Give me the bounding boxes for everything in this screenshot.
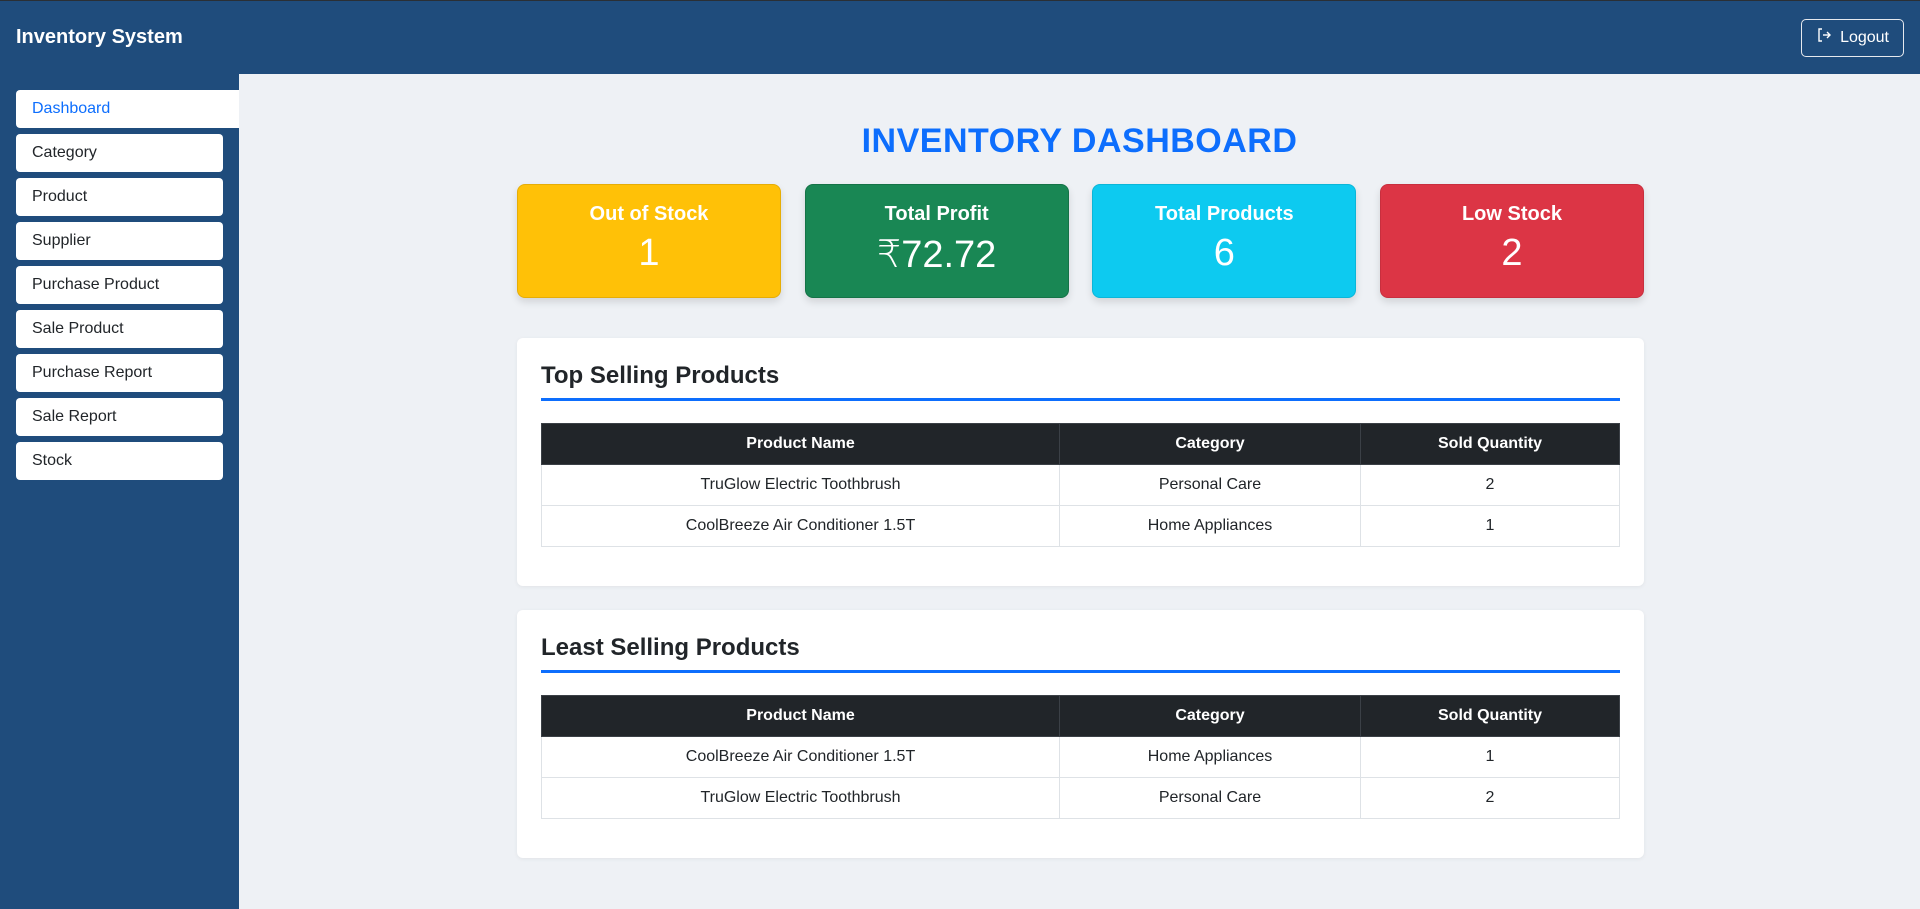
- sidebar-item-purchase-report[interactable]: Purchase Report: [16, 354, 223, 392]
- table-cell: Home Appliances: [1059, 505, 1361, 547]
- sidebar-item-sale-product[interactable]: Sale Product: [16, 310, 223, 348]
- sidebar-item-dashboard[interactable]: Dashboard: [16, 90, 239, 128]
- table-header-row: Product Name Category Sold Quantity: [541, 695, 1620, 737]
- logout-button[interactable]: Logout: [1801, 18, 1904, 57]
- top-selling-table: Product Name Category Sold Quantity TruG…: [541, 423, 1620, 547]
- section-title: Least Selling Products: [541, 634, 1620, 673]
- table-cell: CoolBreeze Air Conditioner 1.5T: [541, 736, 1060, 778]
- table-header-row: Product Name Category Sold Quantity: [541, 423, 1620, 465]
- table-cell: CoolBreeze Air Conditioner 1.5T: [541, 505, 1060, 547]
- card-label: Low Stock: [1461, 203, 1562, 225]
- brand-title[interactable]: Inventory System: [16, 26, 183, 49]
- card-value: 2: [1501, 232, 1523, 274]
- logout-icon: [1816, 27, 1832, 48]
- column-header: Sold Quantity: [1360, 695, 1620, 737]
- table-cell: TruGlow Electric Toothbrush: [541, 777, 1060, 819]
- table-row: TruGlow Electric Toothbrush Personal Car…: [541, 464, 1620, 506]
- card-label: Total Profit: [884, 203, 989, 225]
- card-label: Total Products: [1155, 203, 1294, 225]
- table-cell: 1: [1360, 736, 1620, 778]
- sidebar-item-stock[interactable]: Stock: [16, 442, 223, 480]
- column-header: Category: [1059, 695, 1361, 737]
- column-header: Product Name: [541, 423, 1060, 465]
- table-row: TruGlow Electric Toothbrush Personal Car…: [541, 777, 1620, 819]
- table-cell: Home Appliances: [1059, 736, 1361, 778]
- page-title: INVENTORY DASHBOARD: [861, 122, 1298, 160]
- table-cell: TruGlow Electric Toothbrush: [541, 464, 1060, 506]
- total-profit-card: Total Profit ₹72.72: [804, 184, 1069, 298]
- least-selling-panel: Least Selling Products Product Name Cate…: [517, 610, 1644, 858]
- summary-cards: Out of Stock 1 Total Profit ₹72.72 Total…: [517, 184, 1644, 298]
- main-content: INVENTORY DASHBOARD Out of Stock 1 Total…: [239, 74, 1920, 909]
- top-selling-panel: Top Selling Products Product Name Catego…: [517, 338, 1644, 586]
- sidebar-item-category[interactable]: Category: [16, 134, 223, 172]
- table-cell: Personal Care: [1059, 777, 1361, 819]
- total-products-card: Total Products 6: [1092, 184, 1357, 298]
- card-value: 6: [1213, 232, 1235, 274]
- column-header: Product Name: [541, 695, 1060, 737]
- card-value: ₹72.72: [877, 234, 997, 276]
- logout-label: Logout: [1840, 28, 1889, 46]
- section-title: Top Selling Products: [541, 362, 1620, 401]
- table-row: CoolBreeze Air Conditioner 1.5T Home App…: [541, 505, 1620, 547]
- out-of-stock-card: Out of Stock 1: [517, 184, 781, 298]
- column-header: Sold Quantity: [1360, 423, 1620, 465]
- least-selling-table: Product Name Category Sold Quantity Cool…: [541, 695, 1620, 819]
- sidebar-item-purchase-product[interactable]: Purchase Product: [16, 266, 223, 304]
- sidebar: Dashboard Category Product Supplier Purc…: [0, 74, 239, 909]
- column-header: Category: [1059, 423, 1361, 465]
- table-row: CoolBreeze Air Conditioner 1.5T Home App…: [541, 736, 1620, 778]
- table-cell: 1: [1360, 505, 1620, 547]
- table-cell: 2: [1360, 464, 1620, 506]
- table-cell: 2: [1360, 777, 1620, 819]
- card-value: 1: [638, 232, 660, 274]
- top-navbar: Inventory System Logout: [0, 0, 1920, 74]
- sidebar-item-product[interactable]: Product: [16, 178, 223, 216]
- sidebar-item-supplier[interactable]: Supplier: [16, 222, 223, 260]
- low-stock-card: Low Stock 2: [1379, 184, 1644, 298]
- card-label: Out of Stock: [589, 203, 709, 225]
- sidebar-item-sale-report[interactable]: Sale Report: [16, 398, 223, 436]
- table-cell: Personal Care: [1059, 464, 1361, 506]
